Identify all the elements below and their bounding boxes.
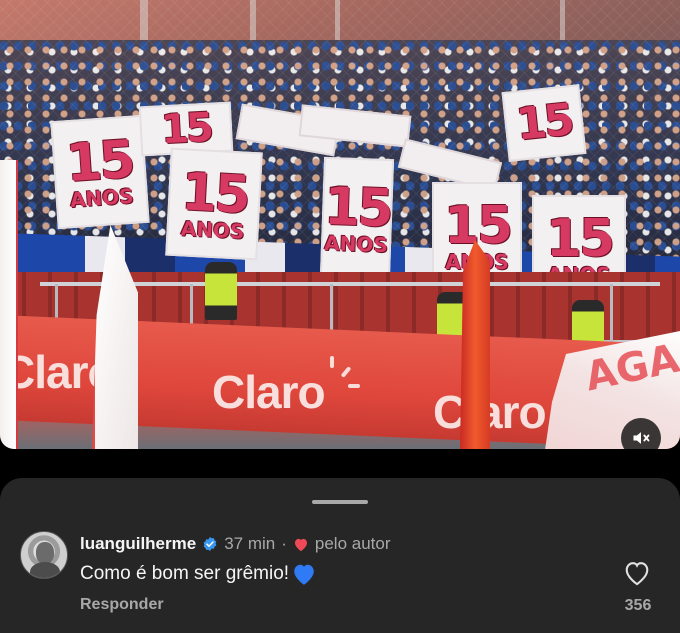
banner-number: 15 xyxy=(159,104,212,154)
banner-number: 15 xyxy=(545,209,615,269)
comment-meta: luanguilherme 37 min · pelo autor xyxy=(80,534,391,554)
banner-number: 15 xyxy=(513,94,575,151)
steward xyxy=(205,262,237,320)
banner-15-anos: 15 ANOS xyxy=(50,114,150,230)
comment-username[interactable]: luanguilherme xyxy=(80,534,196,554)
red-flag xyxy=(460,240,490,449)
avatar[interactable] xyxy=(20,531,68,579)
speaker-muted-icon xyxy=(633,432,650,444)
ad-logo-text: Claro xyxy=(212,366,326,418)
blue-heart-icon xyxy=(294,564,314,585)
ad-logo-mark xyxy=(330,356,334,368)
banner-15-anos: 15 xyxy=(501,84,587,162)
banner-number: 15 xyxy=(323,176,392,240)
liked-by-author-label: pelo autor xyxy=(314,534,391,553)
flag-pole-left xyxy=(0,160,18,449)
verified-badge-icon xyxy=(203,537,217,551)
banner-number: 15 xyxy=(179,162,250,226)
banner-word: ANOS xyxy=(69,183,135,213)
avatar-head xyxy=(36,542,54,564)
comment-body: Como é bom ser grêmio! xyxy=(80,562,317,586)
like-count: 356 xyxy=(624,597,652,614)
banner-number: 15 xyxy=(64,129,135,195)
banner-word: ANOS xyxy=(180,216,246,244)
heart-outline-icon[interactable] xyxy=(623,560,651,586)
banner-15-anos: 15 ANOS xyxy=(165,147,263,261)
banner-15-anos: 15 ANOS xyxy=(319,156,395,280)
red-heart-icon xyxy=(294,538,307,551)
comment-time: 37 min xyxy=(224,534,276,553)
comment-text: Como é bom ser grêmio! xyxy=(80,563,290,584)
banner-word: ANOS xyxy=(323,230,389,258)
sheet-drag-handle[interactable] xyxy=(312,500,368,504)
railing-post xyxy=(610,284,613,344)
reply-button[interactable]: Responder xyxy=(80,596,164,614)
ad-logo-mark xyxy=(348,384,360,388)
meta-separator: · xyxy=(281,534,287,553)
avatar-body xyxy=(30,562,60,578)
post-media[interactable]: 15 ANOS 15 15 ANOS 15 ANOS 15 ANOS 15 15… xyxy=(0,0,680,449)
